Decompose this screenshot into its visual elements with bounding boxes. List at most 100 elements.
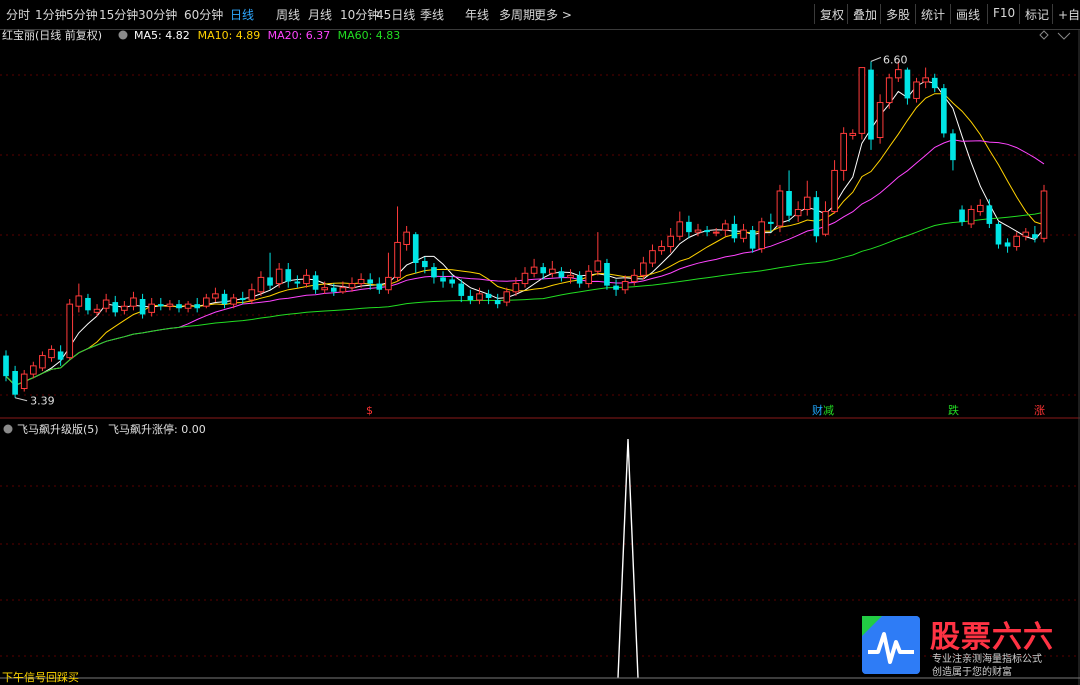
tab-3[interactable]: 15分钟 <box>99 6 138 23</box>
candle-body <box>630 274 638 283</box>
candle-body <box>840 132 848 171</box>
tab-8[interactable]: 月线 <box>308 6 332 23</box>
candle-body <box>512 283 520 293</box>
candle-body <box>130 297 137 307</box>
candle-body <box>148 303 156 313</box>
candle-body <box>686 221 692 233</box>
candle-body <box>339 287 347 293</box>
candle-body <box>57 351 64 360</box>
candle-body <box>530 266 538 274</box>
candle-body <box>494 300 501 305</box>
candle-body <box>303 274 310 285</box>
settings-icon[interactable] <box>118 30 128 40</box>
ma-line-ma20 <box>5 139 1045 386</box>
ma-legend-3: MA60: 4.83 <box>338 29 401 42</box>
toolbar-separator <box>950 4 951 24</box>
candle-body <box>20 373 28 389</box>
candle-body <box>931 77 938 89</box>
watermark-logo: 股票六六 专业注亲测海量指标公式 创造属于您的财富 <box>862 614 1062 678</box>
candle-body <box>621 281 629 291</box>
signal-status-text: 下午信号回踩买 <box>2 671 79 684</box>
ma-line-ma10 <box>5 93 1045 386</box>
candle-body <box>139 299 146 315</box>
candle-body <box>567 274 574 278</box>
toolbar-separator <box>1019 4 1020 24</box>
candle-body <box>239 297 246 301</box>
candle-body <box>676 221 684 237</box>
candle-body <box>194 304 201 309</box>
toolbar-button-0[interactable]: 复权 <box>820 6 844 23</box>
ma-line-ma60 <box>5 211 1045 386</box>
toolbar-button-5[interactable]: F10 <box>993 6 1015 20</box>
toolbar-button-4[interactable]: 画线 <box>956 6 980 23</box>
tab-10[interactable]: 45日线 <box>376 6 415 23</box>
candle-body <box>467 295 474 301</box>
candle-body <box>312 275 319 290</box>
tab-6[interactable]: 日线 <box>230 6 254 23</box>
toolbar-button-6[interactable]: 标记 <box>1025 6 1049 23</box>
tab-11[interactable]: 季线 <box>420 6 444 23</box>
candle-body <box>257 276 265 293</box>
diamond-icon[interactable] <box>1039 30 1049 40</box>
tab-13[interactable]: 多周期 <box>499 6 535 23</box>
candle-body <box>731 223 738 239</box>
candle-body <box>1032 234 1038 239</box>
tab-5[interactable]: 60分钟 <box>184 6 223 23</box>
candle-body <box>913 81 920 99</box>
candle-body <box>422 260 428 268</box>
tab-0[interactable]: 分时 <box>6 6 30 23</box>
toolbar-button-2[interactable]: 多股 <box>886 6 910 23</box>
tab-14[interactable]: 更多 > <box>534 6 572 23</box>
event-label-4[interactable]: 涨 <box>1034 404 1045 417</box>
event-label-2[interactable]: 减 <box>823 404 834 417</box>
candle-body <box>348 283 356 289</box>
candle-body <box>922 77 929 83</box>
toolbar-separator <box>915 4 916 24</box>
stock-name: 红宝丽(日线 前复权) <box>2 29 102 42</box>
candle-body <box>29 365 37 375</box>
candle-body <box>576 275 583 284</box>
event-label-0[interactable]: $ <box>366 404 373 417</box>
candle-body <box>658 246 665 252</box>
candle-body <box>440 277 446 282</box>
toolbar-button-3[interactable]: 统计 <box>921 6 945 23</box>
toolbar-button-1[interactable]: 叠加 <box>853 6 877 23</box>
tab-9[interactable]: 10分钟 <box>340 6 379 23</box>
candle-body <box>112 302 119 313</box>
candle-body <box>885 77 893 104</box>
collapse-icon[interactable] <box>1057 32 1071 40</box>
tab-4[interactable]: 30分钟 <box>138 6 177 23</box>
candle-body <box>267 277 273 286</box>
toolbar-separator <box>1052 4 1053 24</box>
candle-body <box>202 297 210 307</box>
candle-body <box>385 276 392 291</box>
candle-body <box>548 268 556 274</box>
candle-body <box>1004 242 1011 247</box>
event-label-3[interactable]: 跌 <box>948 403 959 417</box>
toolbar-separator <box>880 4 881 24</box>
event-label-1[interactable]: 财 <box>812 403 823 417</box>
candle-body <box>721 223 729 231</box>
candle-body <box>394 241 401 278</box>
tab-1[interactable]: 1分钟 <box>35 6 67 23</box>
candle-body <box>794 209 802 217</box>
candle-body <box>357 278 365 285</box>
toolbar-button-7[interactable]: +自 <box>1058 6 1080 23</box>
candle-body <box>458 283 465 296</box>
tab-12[interactable]: 年线 <box>465 6 489 23</box>
indicator-settings-icon[interactable] <box>3 424 13 434</box>
candle-body <box>613 285 619 290</box>
high-marker-line <box>870 56 882 62</box>
candle-body <box>3 355 9 377</box>
candle-body <box>694 229 702 233</box>
candle-body <box>157 304 164 307</box>
toolbar-separator <box>987 4 988 24</box>
candle-body <box>230 297 237 305</box>
candle-body <box>813 197 820 237</box>
candle-body <box>640 262 647 276</box>
tab-2[interactable]: 5分钟 <box>66 6 98 23</box>
candle-body <box>749 230 756 249</box>
tab-7[interactable]: 周线 <box>276 6 300 23</box>
candle-body <box>275 268 283 285</box>
candle-body <box>986 205 993 224</box>
